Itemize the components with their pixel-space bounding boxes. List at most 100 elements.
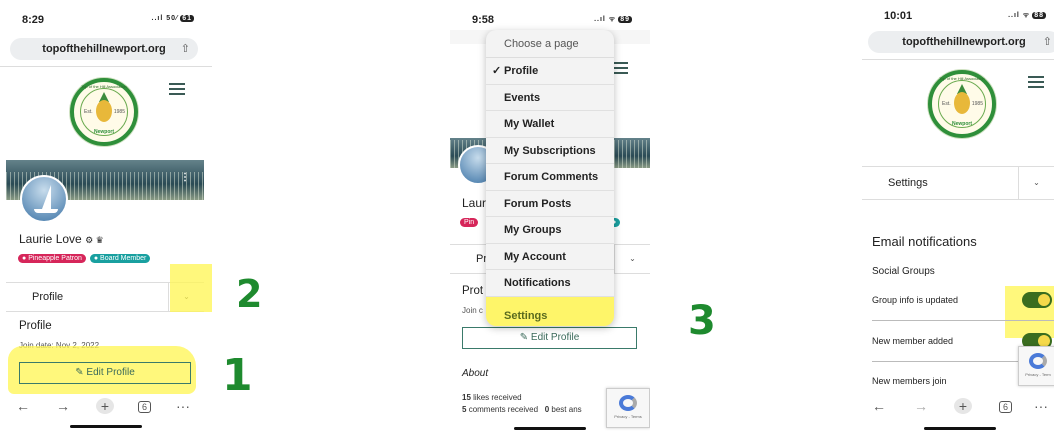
annotation-step-3: 3 <box>688 298 716 344</box>
page-select-label: Settings <box>888 177 928 189</box>
badge-pineapple-patron: ● Pineapple Patron <box>18 254 86 263</box>
more-options-icon[interactable]: ⋮ <box>180 172 190 183</box>
back-icon[interactable]: ← <box>16 398 30 414</box>
battery-icon: 89 <box>618 16 632 23</box>
profile-name: Laurie Love ⚙ ♛ <box>19 232 104 246</box>
status-bar: 9:58 ..ıl ᯤ 89 <box>450 12 650 28</box>
recaptcha-icon <box>1029 353 1047 369</box>
logo-ring-text: Top of the Hill Association <box>81 84 127 89</box>
phone-screen-profile: 8:29 ..ıl 50⁄ 61 topofthehillnewport.org … <box>0 0 212 432</box>
signal-icon: ..ıl ᯤ 89 <box>594 16 632 23</box>
badge-partial: Pin <box>460 218 479 227</box>
address-bar[interactable]: topofthehillnewport.org ⇧ <box>10 38 198 60</box>
setting-label: Group info is updated <box>872 295 959 305</box>
share-icon[interactable]: ⇧ <box>1043 31 1052 53</box>
avatar <box>20 175 68 223</box>
menu-item-forum-posts[interactable]: Forum Posts <box>486 191 614 217</box>
home-indicator <box>514 427 586 430</box>
setting-label: New member added <box>872 336 954 346</box>
menu-item-my-subscriptions[interactable]: My Subscriptions <box>486 138 614 164</box>
profile-name-partial: Laur <box>462 196 487 210</box>
menu-item-settings[interactable]: Settings <box>486 296 614 326</box>
more-icon[interactable]: ··· <box>1034 398 1048 414</box>
logo-year: 1985 <box>113 109 125 115</box>
signal-icon: ..ıl 50⁄ 61 <box>151 15 194 22</box>
logo-est: Est. <box>942 101 951 107</box>
pencil-icon: ✎ <box>75 367 84 378</box>
choose-page-menu: Choose a page ✓ Profile Events My Wallet … <box>486 30 614 326</box>
about-heading: About <box>462 368 489 379</box>
pineapple-icon <box>954 92 970 114</box>
highlight-dropdown <box>170 264 212 312</box>
badge-board-member: ● Board Member <box>89 254 151 263</box>
back-icon[interactable]: ← <box>872 398 886 414</box>
status-bar: 8:29 ..ıl 50⁄ 61 <box>0 12 212 28</box>
association-logo: Top of the Hill Association Est. 1985 Ne… <box>70 78 138 146</box>
pineapple-icon <box>96 100 112 122</box>
forward-icon[interactable]: → <box>914 398 928 414</box>
profile-name-icons: ⚙ ♛ <box>85 235 104 245</box>
social-groups-heading: Social Groups <box>872 266 935 277</box>
hamburger-menu-icon[interactable] <box>169 83 185 95</box>
status-bar: 10:01 ..ıl ᯤ 88 <box>862 8 1054 24</box>
forward-icon[interactable]: → <box>56 398 70 414</box>
phone-screen-settings: 10:01 ..ıl ᯤ 88 topofthehillnewport.org ⇧… <box>862 0 1054 432</box>
section-heading-partial: Prot <box>462 285 484 297</box>
page-select-label: Profile <box>32 291 64 303</box>
stats: 15 likes received 5 comments received 0 … <box>462 393 582 414</box>
address-bar[interactable]: topofthehillnewport.org ⇧ <box>868 31 1054 53</box>
url-text: topofthehillnewport.org <box>902 36 1026 48</box>
recaptcha-icon <box>619 395 637 411</box>
section-heading: Profile <box>19 320 52 332</box>
menu-item-my-groups[interactable]: My Groups <box>486 217 614 244</box>
status-time: 9:58 <box>472 14 495 26</box>
tabs-icon[interactable]: 6 <box>999 401 1013 413</box>
menu-item-my-wallet[interactable]: My Wallet <box>486 111 614 138</box>
share-icon[interactable]: ⇧ <box>181 38 190 60</box>
menu-item-notifications[interactable]: Notifications <box>486 270 614 297</box>
email-notifications-heading: Email notifications <box>872 234 977 249</box>
setting-label: New members join <box>872 376 947 386</box>
signal-icon: ..ıl ᯤ 88 <box>1008 12 1046 19</box>
recaptcha-badge[interactable]: Privacy - Terms <box>606 388 650 428</box>
browser-toolbar: ← → + 6 ··· <box>0 398 212 416</box>
divider <box>0 66 212 67</box>
battery-icon: 88 <box>1032 12 1046 19</box>
browser-toolbar: ← → + 6 ··· <box>862 398 1054 416</box>
toggle-group-info-updated[interactable] <box>1022 292 1052 308</box>
home-indicator <box>924 427 996 430</box>
hamburger-menu-icon[interactable] <box>612 62 628 74</box>
page-select[interactable]: Settings ⌄ <box>862 166 1054 200</box>
annotation-step-2: 2 <box>236 272 263 316</box>
edit-profile-button[interactable]: ✎ Edit Profile <box>19 362 191 384</box>
checkmark-icon: ✓ <box>492 65 502 77</box>
home-indicator <box>70 425 142 428</box>
tutorial-screenshots: 8:29 ..ıl 50⁄ 61 topofthehillnewport.org … <box>0 0 1054 432</box>
menu-header: Choose a page <box>486 30 614 58</box>
logo-year: 1985 <box>971 101 983 107</box>
association-logo: Top of the Hill Association Est. 1985 Ne… <box>928 70 996 138</box>
menu-item-forum-comments[interactable]: Forum Comments <box>486 164 614 191</box>
new-tab-icon[interactable]: + <box>96 398 114 414</box>
logo-bottom-text: Newport <box>952 121 972 127</box>
chevron-down-icon[interactable]: ⌄ <box>614 245 650 273</box>
status-time: 8:29 <box>22 14 45 26</box>
battery-icon: 61 <box>180 15 194 22</box>
more-icon[interactable]: ··· <box>176 398 190 414</box>
chevron-down-icon[interactable]: ⌄ <box>1018 167 1054 199</box>
tabs-icon[interactable]: 6 <box>138 401 152 413</box>
logo-bottom-text: Newport <box>94 129 114 135</box>
menu-item-events[interactable]: Events <box>486 85 614 111</box>
menu-item-my-account[interactable]: My Account <box>486 244 614 270</box>
pencil-icon: ✎ <box>519 332 529 343</box>
url-text: topofthehillnewport.org <box>42 43 166 55</box>
new-tab-icon[interactable]: + <box>954 398 972 414</box>
edit-profile-button[interactable]: ✎ Edit Profile <box>462 327 637 349</box>
menu-item-profile[interactable]: ✓ Profile <box>486 58 614 85</box>
hamburger-menu-icon[interactable] <box>1028 76 1044 88</box>
divider <box>862 59 1054 60</box>
member-badges: ● Pineapple Patron ● Board Member <box>18 254 152 263</box>
status-time: 10:01 <box>884 10 913 22</box>
logo-est: Est. <box>84 109 93 115</box>
recaptcha-badge[interactable]: Privacy - Term <box>1018 346 1054 386</box>
